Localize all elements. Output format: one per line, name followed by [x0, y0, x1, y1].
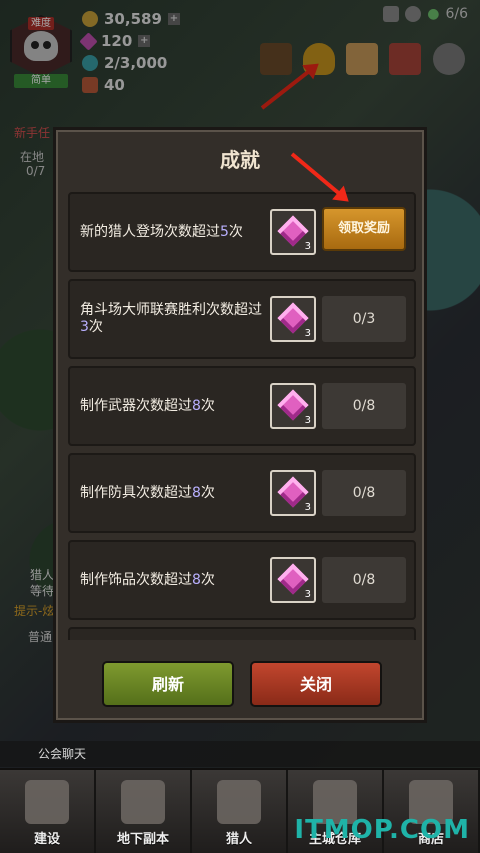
reward-amount: 3	[304, 502, 311, 513]
achievement-row: 新的猎人登场次数超过5次 3 领取奖励	[68, 192, 416, 272]
refresh-button[interactable]: 刷新	[102, 661, 234, 707]
achievement-progress: 0/8	[322, 470, 406, 516]
achievement-text: 角斗场大师联赛胜利次数超过	[80, 302, 262, 318]
achievement-description: 制作武器次数超过8次	[80, 368, 270, 444]
achievements-modal: 成就 新的猎人登场次数超过5次 3 领取奖励 角斗场大师联赛胜利次数超过3次 3 0/3 制…	[53, 127, 427, 723]
hunter-icon	[217, 780, 261, 824]
achievement-count: 8	[192, 571, 201, 588]
achievement-description: 新的猎人登场次数超过5次	[80, 194, 270, 270]
gate-icon	[121, 780, 165, 824]
achievement-count: 8	[192, 484, 201, 501]
achievement-count: 8	[192, 397, 201, 414]
reward-gem-slot[interactable]: 3	[270, 557, 316, 603]
achievement-row: 制作武器次数超过8次 3 0/8	[68, 366, 416, 446]
nav-label: 建设	[33, 832, 60, 847]
achievement-row: 制作防具次数超过8次 3 0/8	[68, 453, 416, 533]
watermark: ITMOP.COM	[294, 815, 470, 845]
achievement-text: 制作防具次数超过	[80, 484, 192, 501]
reward-amount: 3	[304, 415, 311, 426]
achievement-text: 新的猎人登场次数超过	[80, 223, 220, 240]
achievement-count: 3	[80, 319, 89, 335]
achievement-suffix: 次	[88, 319, 103, 335]
achievement-suffix: 次	[200, 484, 215, 501]
nav-item[interactable]: 地下副本	[96, 770, 192, 853]
nav-item[interactable]: 建设	[0, 770, 96, 853]
guild-chat-bar[interactable]: 公会聊天	[0, 741, 480, 767]
reward-gem-slot[interactable]: 3	[270, 209, 316, 255]
achievement-text: 制作饰品次数超过	[80, 571, 192, 588]
achievement-progress: 0/8	[322, 557, 406, 603]
achievement-row: 角斗场大师联赛胜利次数超过3次 3 0/3	[68, 279, 416, 359]
reward-amount: 3	[304, 589, 311, 600]
achievement-suffix: 次	[228, 223, 243, 240]
nav-label: 猎人	[225, 832, 252, 847]
reward-amount: 3	[304, 328, 311, 339]
achievement-count: 5	[220, 223, 229, 240]
reward-amount: 3	[304, 241, 311, 252]
hammer-icon	[25, 780, 69, 824]
achievement-progress: 0/8	[322, 383, 406, 429]
achievement-row: 制作饰品次数超过8次 3 0/8	[68, 540, 416, 620]
modal-title: 成就	[220, 148, 260, 172]
achievement-suffix: 次	[200, 397, 215, 414]
achievement-text: 制作武器次数超过	[80, 397, 192, 414]
guild-chat-label: 公会聊天	[38, 747, 87, 761]
achievement-row-partial	[68, 627, 416, 640]
achievement-list[interactable]: 新的猎人登场次数超过5次 3 领取奖励 角斗场大师联赛胜利次数超过3次 3 0/3 制作武器…	[68, 192, 416, 640]
achievement-description: 角斗场大师联赛胜利次数超过3次	[80, 281, 270, 357]
game-screen: 难度 简单 30,589 + 120 + 2/3,000 40 ● 6/6 新手任 …	[0, 0, 480, 853]
achievement-description: 制作饰品次数超过8次	[80, 542, 270, 618]
reward-gem-slot[interactable]: 3	[270, 296, 316, 342]
achievement-suffix: 次	[200, 571, 215, 588]
reward-gem-slot[interactable]: 3	[270, 470, 316, 516]
achievement-progress: 0/3	[322, 296, 406, 342]
claim-reward-button[interactable]: 领取奖励	[322, 207, 406, 251]
nav-item[interactable]: 猎人	[192, 770, 288, 853]
achievement-description: 制作防具次数超过8次	[80, 455, 270, 531]
close-button[interactable]: 关闭	[250, 661, 382, 707]
nav-label: 地下副本	[116, 832, 169, 847]
reward-gem-slot[interactable]: 3	[270, 383, 316, 429]
